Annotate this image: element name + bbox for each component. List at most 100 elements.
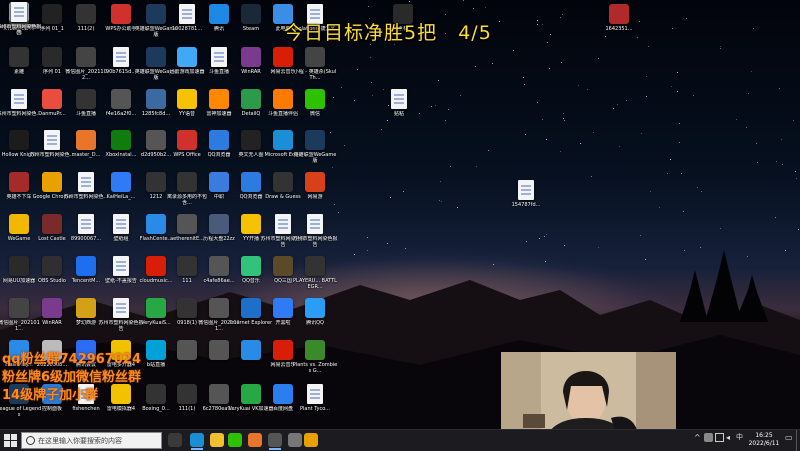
verykuai-icon bbox=[241, 384, 261, 404]
desktop-icon-label: 苏州市塑料网染色报告 bbox=[292, 236, 338, 248]
search-placeholder: 在这里输入你要搜索的内容 bbox=[38, 437, 122, 445]
stream-goal-overlay: 今日目标净胜5把 4/5 bbox=[284, 22, 492, 44]
qq-icon bbox=[305, 298, 325, 318]
video-file-icon bbox=[146, 172, 166, 192]
taskbar-clock[interactable]: 16:25 2022/6/11 bbox=[747, 432, 781, 448]
document-icon bbox=[11, 89, 27, 109]
wechat-icon bbox=[305, 89, 325, 109]
qq-music-icon bbox=[241, 256, 261, 276]
desktop-icon-label: 小程 - 英雄杀(Skul Th... bbox=[293, 69, 337, 81]
volume-icon[interactable]: ◂ bbox=[726, 433, 735, 442]
desktop-icon[interactable]: Plant Tyco... bbox=[296, 382, 334, 429]
taskbar-task-view-icon[interactable] bbox=[168, 433, 182, 447]
image-icon bbox=[209, 214, 229, 234]
taskbar-edge-icon[interactable] bbox=[190, 433, 204, 450]
taskbar-app2-icon[interactable] bbox=[288, 433, 302, 447]
browser-icon bbox=[209, 130, 229, 150]
small-group-overlay-line: 14级牌子加小群 bbox=[2, 388, 99, 403]
taskbar: 在这里输入你要搜索的内容 ^ ◂ 中 16:25 2022/6/11 ▭ bbox=[0, 429, 800, 451]
netease-music-icon bbox=[273, 340, 293, 360]
network-icon[interactable] bbox=[715, 433, 724, 442]
game-icon bbox=[42, 214, 62, 234]
lol-icon bbox=[305, 130, 325, 150]
document-icon bbox=[78, 214, 94, 234]
image-icon bbox=[146, 89, 166, 109]
video-file-icon bbox=[42, 47, 62, 67]
image-icon bbox=[177, 340, 197, 360]
desktop-icon[interactable]: 苏州市塑料网染色报告 bbox=[0, 0, 42, 52]
chrome-icon bbox=[42, 172, 62, 192]
app-icon bbox=[305, 172, 325, 192]
document-icon bbox=[307, 214, 323, 234]
game-icon bbox=[76, 298, 96, 318]
taskbar-app-icon[interactable] bbox=[248, 433, 262, 447]
chevron-up-icon[interactable]: ^ bbox=[694, 433, 703, 442]
document-icon bbox=[179, 4, 195, 24]
taskbar-search-box[interactable]: 在这里输入你要搜索的内容 bbox=[21, 432, 162, 449]
image-icon bbox=[76, 47, 96, 67]
danmu-icon bbox=[42, 89, 62, 109]
desktop-icon[interactable]: 1642351... bbox=[600, 2, 638, 54]
document-icon bbox=[113, 47, 129, 67]
document-icon bbox=[113, 256, 129, 276]
image-icon bbox=[209, 384, 229, 404]
image-icon bbox=[209, 256, 229, 276]
verykuai-icon bbox=[146, 298, 166, 318]
wps-icon bbox=[177, 130, 197, 150]
video-file-icon bbox=[177, 298, 197, 318]
flash-icon bbox=[146, 214, 166, 234]
game-icon bbox=[9, 130, 29, 150]
search-icon bbox=[26, 436, 35, 445]
document-icon bbox=[275, 214, 291, 234]
globe-icon bbox=[241, 89, 261, 109]
ime-icon[interactable]: 中 bbox=[736, 433, 745, 442]
desktop-wallpaper: XTLBB-CZ-... 序列 01_1 111(2) WPS办公助手 英雄联盟WeGa… bbox=[0, 0, 800, 429]
winrar-icon bbox=[241, 47, 261, 67]
leidian-icon bbox=[111, 384, 131, 404]
kaiheila-icon bbox=[111, 172, 131, 192]
game-icon bbox=[273, 172, 293, 192]
steam-icon bbox=[241, 4, 261, 24]
desktop-icon-label: Plants vs. Zombies G... bbox=[292, 362, 338, 374]
desktop-icon-label: 英雄联盟WeGame版 bbox=[293, 152, 337, 164]
wps-icon bbox=[111, 4, 131, 24]
image-icon bbox=[9, 298, 29, 318]
taskbar-file-explorer-icon[interactable] bbox=[210, 433, 224, 447]
windows-start-button[interactable] bbox=[4, 434, 17, 447]
lol-icon bbox=[146, 47, 166, 67]
desktop-icon-label: 网易游 bbox=[307, 194, 323, 200]
game-icon bbox=[9, 172, 29, 192]
video-file-icon bbox=[76, 89, 96, 109]
image-icon bbox=[209, 340, 229, 360]
show-desktop-button[interactable] bbox=[796, 430, 800, 451]
desktop-icon[interactable]: 154787fd... bbox=[507, 178, 545, 230]
desktop-icon-label: 1642351... bbox=[605, 26, 633, 32]
video-file-icon bbox=[42, 4, 62, 24]
taskbar-wechat-icon[interactable] bbox=[228, 433, 242, 447]
edge-icon bbox=[273, 130, 293, 150]
clock-date: 2022/6/11 bbox=[748, 440, 780, 447]
notification-icon[interactable]: ▭ bbox=[785, 433, 794, 442]
document-icon bbox=[78, 172, 94, 192]
edge-icon bbox=[209, 4, 229, 24]
game-icon bbox=[305, 47, 325, 67]
app-icon bbox=[209, 172, 229, 192]
tray-app-icon[interactable] bbox=[704, 433, 713, 442]
desktop-icon[interactable]: 贴粘 bbox=[380, 87, 418, 139]
image-icon bbox=[177, 214, 197, 234]
image-icon bbox=[209, 298, 229, 318]
browser-icon bbox=[241, 172, 261, 192]
yy-icon bbox=[177, 89, 197, 109]
bilibili-icon bbox=[146, 340, 166, 360]
video-file-icon bbox=[177, 256, 197, 276]
image-icon bbox=[241, 130, 261, 150]
game-icon bbox=[305, 340, 325, 360]
document-icon bbox=[11, 2, 27, 22]
taskbar-chrome-icon[interactable] bbox=[304, 433, 318, 447]
douyu-icon bbox=[273, 89, 293, 109]
video-file-icon bbox=[76, 4, 96, 24]
wegame-icon bbox=[9, 214, 29, 234]
ie-icon bbox=[241, 298, 261, 318]
taskbar-obs-icon[interactable] bbox=[268, 433, 282, 450]
document-icon bbox=[113, 298, 129, 318]
